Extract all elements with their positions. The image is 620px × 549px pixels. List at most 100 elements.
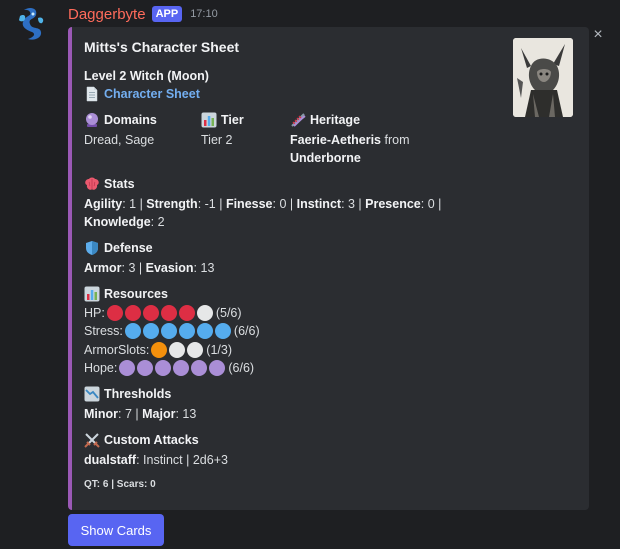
instinct-value: : 3 | xyxy=(341,197,366,211)
filled-pip xyxy=(191,360,208,376)
hope-label: Hope: xyxy=(84,361,118,375)
armor-label: Armor xyxy=(84,261,122,275)
stress-row: Stress: (6/6) xyxy=(84,322,260,340)
stats-field-name: Stats xyxy=(84,175,135,193)
message-header: Daggerbyte APP 17:10 xyxy=(68,4,218,24)
heritage-ancestry: Faerie-Aetheris xyxy=(290,133,382,147)
bar-chart-icon xyxy=(201,112,217,128)
hope-count: (6/6) xyxy=(228,361,255,375)
empty-pip xyxy=(169,342,186,358)
stress-label: Stress: xyxy=(84,324,123,338)
chart-decreasing-icon xyxy=(84,386,100,402)
stats-line-2: Knowledge: 2 xyxy=(84,213,165,231)
message-timestamp[interactable]: 17:10 xyxy=(190,8,218,20)
embed-title: Mitts's Character Sheet xyxy=(84,39,240,55)
thresholds-values: Minor: 7 | Major: 13 xyxy=(84,405,196,423)
heritage-connector: from xyxy=(381,133,410,147)
tier-label: Tier xyxy=(221,113,244,127)
filled-pip xyxy=(178,323,195,339)
presence-label: Presence xyxy=(365,197,421,211)
hp-row: HP: (5/6) xyxy=(84,304,242,322)
resources-field-name: Resources xyxy=(84,285,168,303)
character-portrait[interactable] xyxy=(513,38,573,117)
bar-chart-icon xyxy=(84,286,100,302)
filled-pip xyxy=(196,323,213,339)
stress-dots xyxy=(124,323,231,339)
crossed-swords-icon xyxy=(84,433,100,448)
crystal-ball-icon xyxy=(86,113,98,127)
filled-pip xyxy=(124,305,141,321)
attack-entry: dualstaff: Instinct | 2d6+3 xyxy=(84,451,228,469)
finesse-value: : 0 | xyxy=(272,197,297,211)
character-class-level: Level 2 Witch (Moon) xyxy=(84,69,209,83)
shield-icon xyxy=(86,241,98,255)
filled-pip xyxy=(173,360,190,376)
tier-value: Tier 2 xyxy=(201,133,233,147)
defense-field-name: Defense xyxy=(84,239,153,257)
bot-avatar[interactable] xyxy=(14,6,48,42)
instinct-label: Instinct xyxy=(296,197,342,211)
attack-name: dualstaff xyxy=(84,453,137,467)
character-sheet-link[interactable]: Character Sheet xyxy=(104,85,200,103)
hope-row: Hope: (6/6) xyxy=(84,359,254,377)
knowledge-label: Knowledge xyxy=(84,215,151,229)
agility-label: Agility xyxy=(84,197,123,211)
armor-slots-count: (1/3) xyxy=(206,343,232,357)
domains-field-name: Domains xyxy=(84,111,157,129)
minor-label: Minor xyxy=(84,407,119,421)
author-name[interactable]: Daggerbyte xyxy=(68,6,146,23)
agility-value: : 1 | xyxy=(122,197,147,211)
major-label: Major xyxy=(142,407,176,421)
filled-pip xyxy=(155,360,172,376)
show-cards-button[interactable]: Show Cards xyxy=(68,514,164,546)
tier-field-name: Tier xyxy=(201,111,244,129)
hope-dots xyxy=(119,360,226,376)
empty-pip xyxy=(196,305,213,321)
defense-values: Armor: 3 | Evasion: 13 xyxy=(84,259,214,277)
heritage-community: Underborne xyxy=(290,151,361,165)
defense-label: Defense xyxy=(104,241,153,255)
heritage-value-line1: Faerie-Aetheris from xyxy=(290,131,410,149)
filled-pip xyxy=(160,305,177,321)
character-sheet-link-row[interactable]: Character Sheet xyxy=(84,85,200,103)
filled-pip xyxy=(119,360,136,376)
armor-value: : 3 | xyxy=(121,261,146,275)
hp-count: (5/6) xyxy=(215,306,242,320)
strength-label: Strength xyxy=(146,197,198,211)
evasion-value: : 13 xyxy=(193,261,215,275)
domains-value: Dread, Sage xyxy=(84,133,155,147)
filled-pip xyxy=(214,323,231,339)
finesse-label: Finesse xyxy=(225,197,273,211)
heritage-field-name: Heritage xyxy=(290,111,360,129)
thresholds-label: Thresholds xyxy=(104,387,172,401)
page-facing-up-icon xyxy=(86,86,98,102)
attack-detail: : Instinct | 2d6+3 xyxy=(136,453,228,467)
filled-pip xyxy=(137,360,154,376)
filled-pip xyxy=(151,342,168,358)
hp-dots xyxy=(106,305,213,321)
close-icon[interactable]: × xyxy=(591,27,605,43)
filled-pip xyxy=(142,305,159,321)
resources-label: Resources xyxy=(104,287,168,301)
brain-icon xyxy=(85,177,99,190)
stats-label: Stats xyxy=(104,177,135,191)
stress-count: (6/6) xyxy=(233,324,260,338)
filled-pip xyxy=(142,323,159,339)
armor-slots-row: ArmorSlots: (1/3) xyxy=(84,341,232,359)
presence-value: : 0 | xyxy=(420,197,442,211)
thresholds-field-name: Thresholds xyxy=(84,385,171,403)
knowledge-value: : 2 xyxy=(150,215,165,229)
filled-pip xyxy=(178,305,195,321)
attacks-label: Custom Attacks xyxy=(104,433,199,447)
stats-line-1: Agility: 1 | Strength: -1 | Finesse: 0 |… xyxy=(84,195,441,213)
strength-value: : -1 | xyxy=(197,197,226,211)
filled-pip xyxy=(209,360,226,376)
character-sheet-embed: Mitts's Character Sheet Level 2 Witch (M… xyxy=(68,27,589,510)
attacks-field-name: Custom Attacks xyxy=(84,431,199,449)
embed-footer: QT: 6 | Scars: 0 xyxy=(84,479,156,490)
evasion-label: Evasion xyxy=(145,261,194,275)
domains-label: Domains xyxy=(104,113,157,127)
armor-slots-dots xyxy=(151,342,204,358)
hp-label: HP: xyxy=(84,306,105,320)
heritage-label: Heritage xyxy=(310,113,361,127)
